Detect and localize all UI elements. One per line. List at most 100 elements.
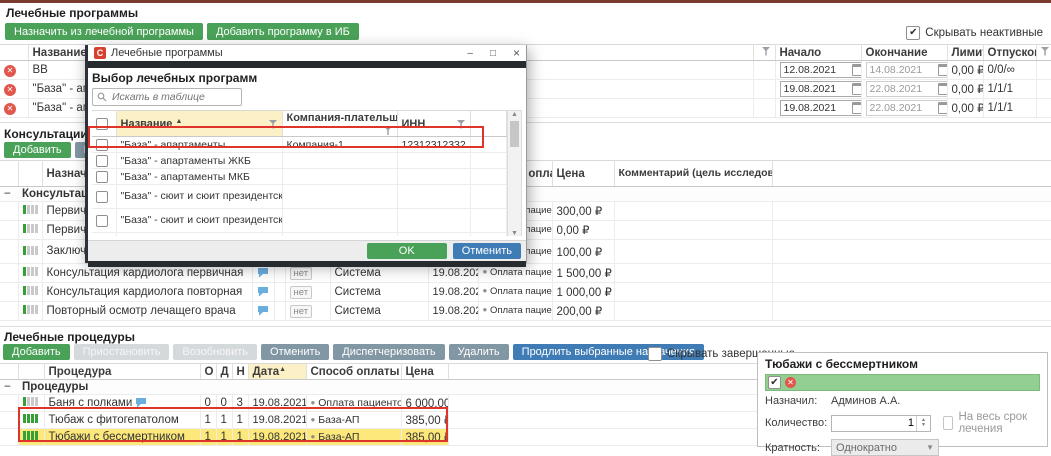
spinner-arrows-icon[interactable]: ▲▼ [916, 416, 930, 431]
collapse-icon[interactable]: − [0, 380, 18, 395]
col-header-start[interactable]: Начало [775, 45, 861, 61]
comment-icon[interactable] [257, 286, 269, 297]
search-box[interactable] [92, 88, 242, 106]
dialog-row[interactable]: ✔ "База" - сюит и сюит президентский МКБ [92, 233, 506, 237]
filter-icon[interactable] [762, 47, 771, 56]
col-header-d[interactable]: Д [216, 364, 232, 380]
date-value: 19.08.2021 [248, 395, 306, 412]
calendar-icon[interactable] [938, 102, 948, 114]
search-input[interactable] [110, 90, 224, 104]
row-checkbox[interactable]: ✔ [96, 139, 108, 151]
procedures-resume-button[interactable]: Возобновить [173, 344, 257, 360]
collapse-icon[interactable]: − [0, 187, 18, 202]
minimize-button[interactable]: – [467, 48, 473, 59]
calendar-icon[interactable] [938, 83, 948, 95]
comment-cell[interactable] [614, 202, 772, 221]
cancel-button[interactable]: Отменить [453, 243, 521, 259]
filter-icon[interactable] [457, 120, 466, 129]
procedure-row-selected[interactable]: Тюбажи с бессмертником 1 1 1 19.08.2021 … [0, 429, 757, 446]
col-header-payment[interactable]: Способ оплаты [306, 364, 401, 380]
calendar-icon[interactable] [852, 64, 862, 76]
col-header-o[interactable]: О [200, 364, 216, 380]
row-checkbox[interactable]: ✔ [96, 171, 108, 183]
comment-icon[interactable] [135, 397, 147, 408]
details-cancel-icon[interactable]: ✕ [785, 377, 796, 388]
end-date-field[interactable]: 22.08.2021 [866, 81, 948, 97]
procedure-row[interactable]: Баня с полками 0 0 3 19.08.2021 ● Оплата… [0, 395, 757, 412]
comment-icon[interactable] [257, 305, 269, 316]
quantity-stepper[interactable]: ▲▼ [831, 415, 931, 432]
vacations-value: 1/1/1 [983, 99, 1036, 118]
close-button[interactable]: × [513, 46, 520, 60]
frequency-select[interactable]: Однократно ▼ [831, 439, 939, 456]
calendar-icon[interactable] [852, 102, 862, 114]
dialog-row[interactable]: ✔ "База" - апартаменты Компания-1 123123… [92, 137, 506, 153]
details-active-checkbox[interactable]: ✔ [768, 376, 781, 389]
procedures-dispatch-button[interactable]: Диспетчеризовать [333, 344, 444, 360]
select-all-checkbox[interactable]: ✔ [96, 118, 108, 130]
row-checkbox[interactable]: ✔ [96, 191, 108, 203]
col-header-end[interactable]: Окончание [861, 45, 947, 61]
start-date-field[interactable]: 12.08.2021 [780, 62, 862, 78]
filter-icon[interactable] [1041, 47, 1050, 56]
col-header-name[interactable]: Название ▲ [116, 111, 282, 137]
consultation-row[interactable]: Повторный осмотр лечащего врача нет Сист… [0, 302, 1051, 321]
filter-icon[interactable] [269, 120, 278, 129]
scroll-up-icon[interactable]: ▲ [511, 111, 518, 118]
dialog-row[interactable]: ✔ "База" - сюит и сюит президентский ЖКБ [92, 209, 506, 233]
hide-inactive-checkbox[interactable]: ✔ [906, 26, 920, 40]
comment-cell[interactable] [614, 302, 772, 321]
comment-icon[interactable] [257, 267, 269, 278]
ok-button[interactable]: OK [367, 243, 447, 259]
start-date-field[interactable]: 19.08.2021 [780, 81, 862, 97]
hide-completed-checkbox[interactable]: ✔ [648, 347, 662, 361]
col-header-limit[interactable]: Лимит [947, 45, 983, 61]
procedure-row[interactable]: Тюбаж с фитогепатолом 1 1 1 19.08.2021 ●… [0, 412, 757, 429]
col-header-n[interactable]: Н [232, 364, 248, 380]
col-header-date[interactable]: Дата▲ [248, 364, 306, 380]
dialog-row[interactable]: ✔ "База" - апартаменты ЖКБ [92, 153, 506, 169]
calendar-icon[interactable] [852, 83, 862, 95]
col-header-procedure[interactable]: Процедура [44, 364, 200, 380]
cancel-program-icon[interactable]: ✕ [4, 84, 16, 96]
col-header-comment[interactable]: Комментарий (цель исследования/консульта… [614, 161, 772, 187]
assign-from-program-button[interactable]: Назначить из лечебной программы [5, 23, 203, 40]
col-header-price[interactable]: Цена [552, 161, 614, 187]
scroll-down-icon[interactable]: ▼ [511, 230, 518, 236]
comment-cell[interactable] [614, 283, 772, 302]
comment-cell[interactable] [614, 240, 772, 264]
col-header-payer[interactable]: Компания-плательщик [282, 111, 397, 137]
scroll-thumb[interactable] [510, 121, 519, 147]
consultations-add-button[interactable]: Добавить [4, 142, 71, 158]
procedures-delete-button[interactable]: Удалить [449, 344, 509, 360]
dialog-row[interactable]: ✔ "База" - сюит и сюит президентский [92, 185, 506, 209]
procedures-cancel-button[interactable]: Отменить [261, 344, 329, 360]
cancel-program-icon[interactable]: ✕ [4, 65, 16, 77]
vertical-scrollbar[interactable]: ▲ ▼ [507, 110, 522, 236]
procedures-group-row[interactable]: − Процедуры [0, 380, 757, 395]
maximize-button[interactable]: □ [490, 48, 496, 59]
consultation-row[interactable]: Консультация кардиолога повторная нет Си… [0, 283, 1051, 302]
procedures-add-button[interactable]: Добавить [3, 344, 70, 360]
add-program-to-ib-button[interactable]: Добавить программу в ИБ [207, 23, 359, 40]
col-header-vacations[interactable]: Отпусков [983, 45, 1036, 61]
procedures-pause-button[interactable]: Приостановить [74, 344, 170, 360]
group-label: Процедуры [18, 380, 757, 395]
calendar-icon[interactable] [938, 64, 948, 76]
filter-icon[interactable] [384, 126, 393, 135]
comment-cell[interactable] [614, 264, 772, 283]
dialog-titlebar[interactable]: С Лечебные программы – □ × [88, 45, 526, 61]
end-date-field[interactable]: 22.08.2021 [866, 100, 948, 116]
col-header-inn[interactable]: ИНН [397, 111, 470, 137]
row-checkbox[interactable]: ✔ [96, 155, 108, 167]
start-date-field[interactable]: 19.08.2021 [780, 100, 862, 116]
row-checkbox[interactable]: ✔ [96, 215, 108, 227]
col-header-price[interactable]: Цена [401, 364, 448, 380]
full-period-checkbox[interactable]: ✔ [943, 416, 953, 430]
comment-cell[interactable] [614, 221, 772, 240]
cancel-program-icon[interactable]: ✕ [4, 103, 16, 115]
quantity-input[interactable] [832, 416, 916, 430]
dialog-row[interactable]: ✔ "База" - апартаменты МКБ [92, 169, 506, 185]
end-date-field[interactable]: 14.08.2021 [866, 62, 948, 78]
hide-inactive-toggle[interactable]: ✔ Скрывать неактивные [906, 26, 1043, 40]
